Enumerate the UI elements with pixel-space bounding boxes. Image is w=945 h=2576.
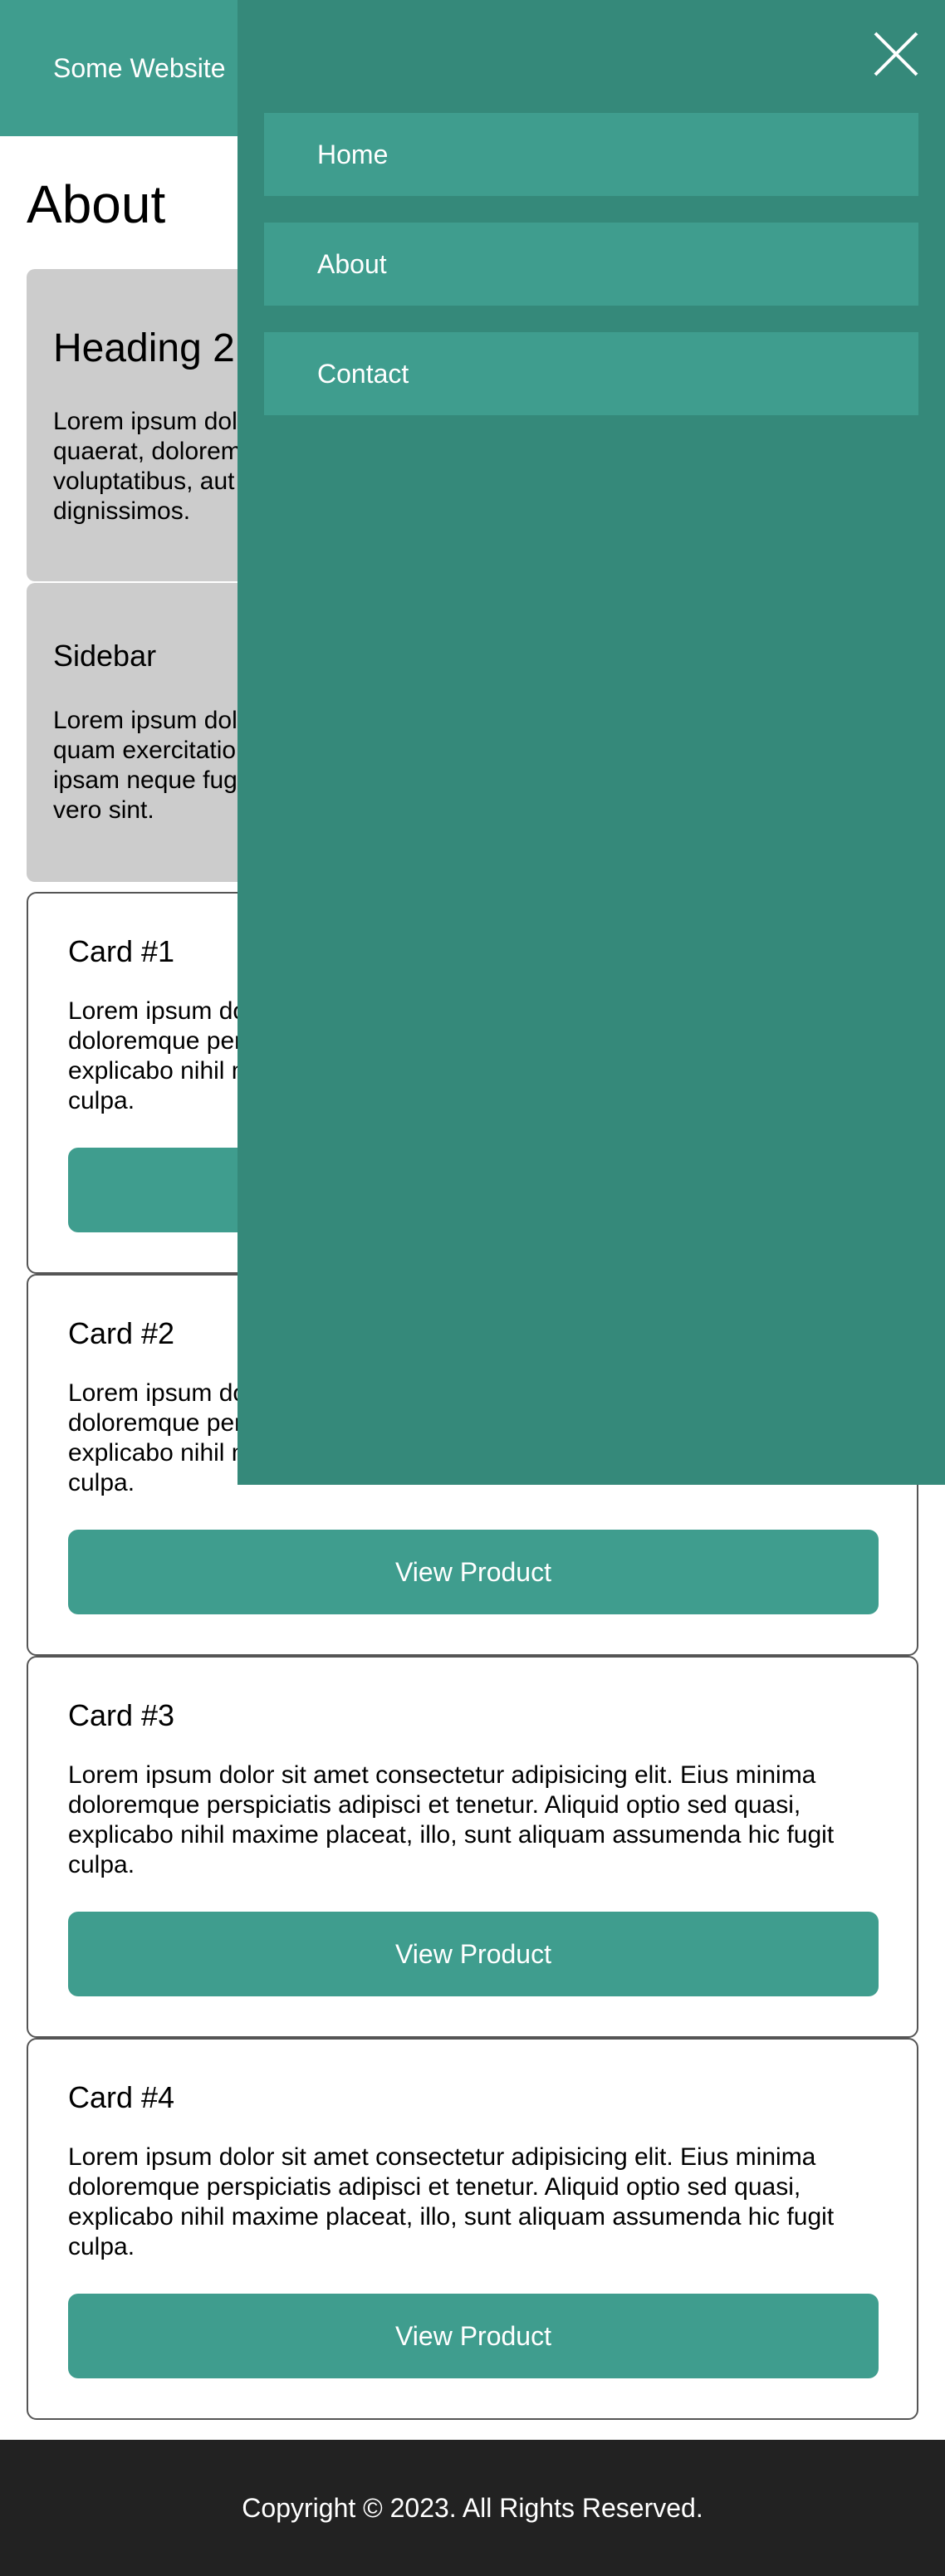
view-product-button[interactable]: View Product (68, 1912, 879, 1996)
close-icon[interactable] (870, 28, 922, 80)
view-product-button[interactable]: View Product (68, 2294, 879, 2378)
section-heading: Heading 2 (53, 326, 235, 370)
nav-drawer: Home About Contact (237, 0, 945, 1485)
nav-item-label: Contact (317, 359, 409, 389)
site-name-link[interactable]: Some Website (53, 51, 226, 85)
card-title: Card #1 (68, 934, 175, 968)
nav-item-about[interactable]: About (264, 223, 918, 306)
card-text: Lorem ipsum dolor sit amet consectetur a… (68, 1761, 835, 1878)
nav-item-label: Home (317, 140, 389, 169)
card-text: Lorem ipsum dolor sit amet consectetur a… (68, 2143, 835, 2260)
card-title: Card #2 (68, 1316, 175, 1350)
card-title: Card #4 (68, 2080, 175, 2114)
copyright-text: Copyright © 2023. All Rights Reserved. (242, 2493, 703, 2523)
site-footer: Copyright © 2023. All Rights Reserved. (0, 2440, 945, 2576)
view-product-button[interactable]: View Product (68, 1530, 879, 1614)
nav-item-home[interactable]: Home (264, 113, 918, 196)
page-title: About (27, 174, 166, 234)
sidebar-heading: Sidebar (53, 639, 157, 673)
close-icon-graphic (874, 32, 918, 76)
product-card-3: Card #3 Lorem ipsum dolor sit amet conse… (27, 1656, 918, 2038)
nav-item-contact[interactable]: Contact (264, 332, 918, 415)
card-title: Card #3 (68, 1698, 175, 1732)
product-card-4: Card #4 Lorem ipsum dolor sit amet conse… (27, 2038, 918, 2420)
nav-item-label: About (317, 249, 387, 279)
